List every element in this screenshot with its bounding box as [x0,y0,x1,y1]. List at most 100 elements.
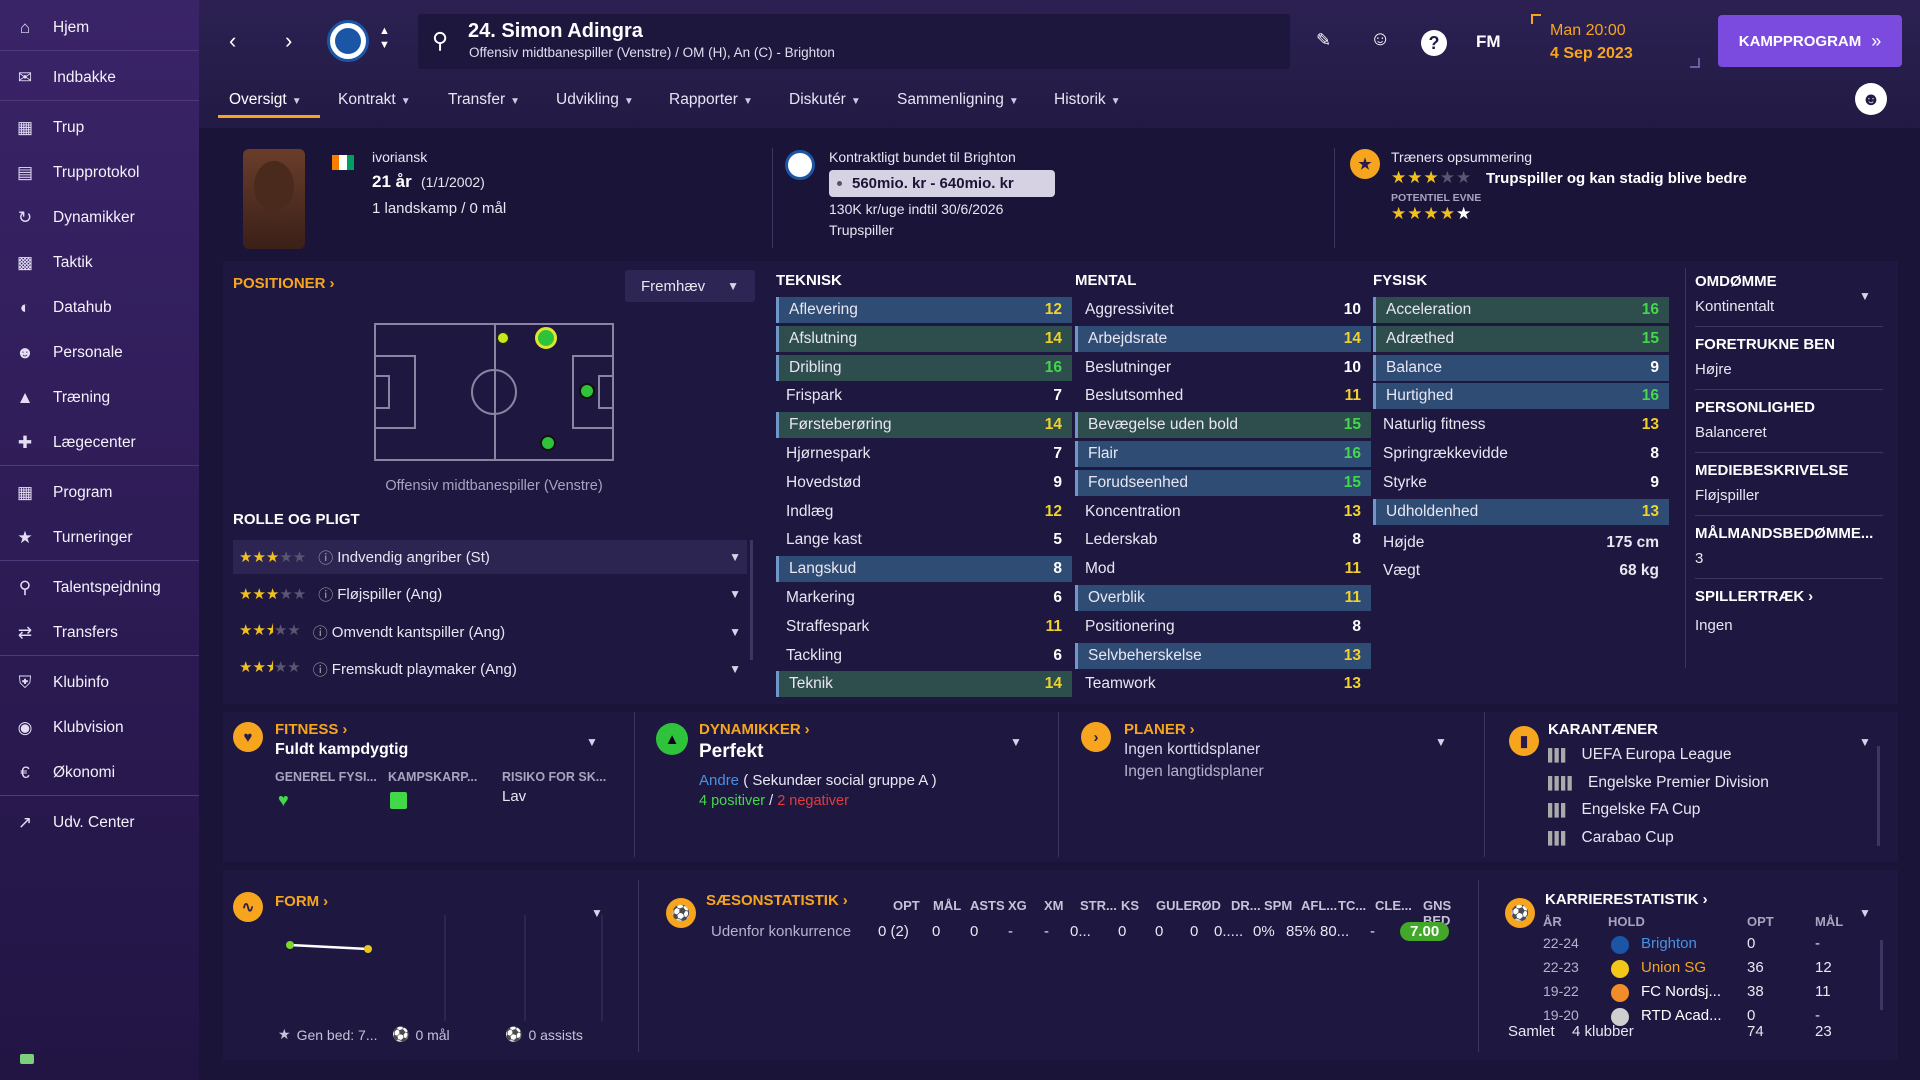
attribute-row[interactable]: Markering 6 [776,585,1072,611]
roles-scrollbar[interactable] [750,540,753,660]
attribute-row[interactable]: Overblik 11 [1075,585,1371,611]
globe-icon[interactable]: ☺ [1370,28,1390,51]
sidebar-item-okonomi[interactable]: € Økonomi [0,753,199,793]
attribute-row[interactable]: Positionering 8 [1075,614,1371,640]
attribute-row[interactable]: Førsteberøring 14 [776,412,1072,439]
sidebar-item-talentspejdning[interactable]: ⚲ Talentspejdning [0,568,199,608]
highlight-dropdown[interactable]: Fremhæv ▼ [625,270,755,302]
chevron-down-icon[interactable]: ▼ [729,550,741,564]
bans-scrollbar[interactable] [1877,746,1880,846]
fm-button[interactable]: FM [1476,32,1501,52]
attribute-row[interactable]: Springrækkevidde 8 [1373,441,1669,467]
attribute-row[interactable]: Mod 11 [1075,556,1371,582]
sidebar-item-transfers[interactable]: ⇄ Transfers [0,613,199,653]
role-row[interactable]: ★★★★★ ⓘ Indvendig angriber (St) ▼ [233,540,747,574]
form-title[interactable]: FORM › [275,893,328,910]
attribute-row[interactable]: Forudseenhed 15 [1075,469,1371,496]
edit-icon[interactable]: ✎ [1316,30,1331,51]
sidebar-item-klubvision[interactable]: ◉ Klubvision [0,708,199,748]
tab-sammenligning[interactable]: Sammenligning ▼ [897,91,1019,109]
attribute-row[interactable]: Beslutsomhed 11 [1075,383,1371,409]
tab-diskuter[interactable]: Diskutér ▼ [789,91,861,109]
attribute-row[interactable]: Arbejdsrate 14 [1075,325,1371,352]
career-scrollbar[interactable] [1880,940,1883,1010]
tab-udvikling[interactable]: Udvikling ▼ [556,91,634,109]
attribute-row[interactable]: Teknik 14 [776,671,1072,698]
back-button[interactable]: ‹ [229,28,236,54]
sidebar-item-program[interactable]: ▦ Program [0,473,199,513]
sidebar-item-dynamikker[interactable]: ↻ Dynamikker [0,198,199,238]
attribute-row[interactable]: Adræthed 15 [1373,325,1669,352]
attribute-row[interactable]: Frispark 7 [776,383,1072,409]
attribute-row[interactable]: Styrke 9 [1373,470,1669,496]
attribute-row[interactable]: Hovedstød 9 [776,470,1072,496]
value-badge[interactable]: 560mio. kr - 640mio. kr [829,170,1055,197]
attribute-row[interactable]: Dribling 16 [776,354,1072,381]
attribute-row[interactable]: Naturlig fitness 13 [1373,412,1669,438]
sidebar-item-indbakke[interactable]: ✉ Indbakke [0,58,199,98]
sidebar-item-hjem[interactable]: ⌂ Hjem [0,8,199,48]
chevron-down-icon[interactable]: ▼ [586,733,598,750]
role-row[interactable]: ★★⯨★★ ⓘ Fremskudt playmaker (Ang) ▼ [233,652,747,686]
sidebar-item-laegecenter[interactable]: ✚ Lægecenter [0,423,199,463]
plans-title[interactable]: PLANER › [1124,721,1195,738]
attribute-row[interactable]: Aflevering 12 [776,297,1072,323]
attribute-row[interactable]: Langskud 8 [776,556,1072,583]
sidebar-item-udv-center[interactable]: ↗ Udv. Center [0,803,199,843]
attribute-row[interactable]: Flair 16 [1075,441,1371,467]
career-stats-title[interactable]: KARRIERESTATISTIK › [1545,891,1708,908]
role-row[interactable]: ★★★★★ ⓘ Fløjspiller (Ang) ▼ [233,577,747,611]
profile-icon[interactable]: ☻ [1855,83,1887,115]
attribute-row[interactable]: Hurtighed 16 [1373,383,1669,410]
dynamics-title[interactable]: DYNAMIKKER › [699,721,810,738]
attribute-row[interactable]: Acceleration 16 [1373,297,1669,323]
chevron-down-icon[interactable]: ▼ [729,587,741,601]
continue-button[interactable]: KAMPPROGRAM » [1718,15,1902,67]
chevron-down-icon[interactable]: ▼ [729,625,741,639]
traits-title[interactable]: SPILLERTRÆK › [1695,588,1813,605]
attribute-row[interactable]: Lange kast 5 [776,527,1072,553]
sidebar-item-datahub[interactable]: ◐ Datahub [0,288,199,328]
attribute-row[interactable]: Hjørnespark 7 [776,441,1072,467]
player-switch-icon[interactable]: ▲ ▼ [379,24,390,52]
chevron-down-icon[interactable]: ▼ [1859,904,1871,921]
tab-historik[interactable]: Historik ▼ [1054,91,1121,109]
attribute-row[interactable]: Teamwork 13 [1075,671,1371,697]
attribute-row[interactable]: Afslutning 14 [776,325,1072,352]
social-group-link[interactable]: Andre [699,772,739,789]
attribute-row[interactable]: Beslutninger 10 [1075,355,1371,381]
chevron-down-icon[interactable]: ▼ [1859,287,1871,304]
fitness-title[interactable]: FITNESS › [275,721,347,738]
attribute-row[interactable]: Bevægelse uden bold 15 [1075,412,1371,439]
attribute-row[interactable]: Lederskab 8 [1075,527,1371,553]
tab-rapporter[interactable]: Rapporter ▼ [669,91,753,109]
chevron-down-icon[interactable]: ▼ [1010,733,1022,750]
chevron-down-icon[interactable]: ▼ [729,662,741,676]
tab-oversigt[interactable]: Oversigt ▼ [229,91,302,109]
chevron-down-icon[interactable]: ▼ [1859,733,1871,750]
attribute-row[interactable]: Koncentration 13 [1075,499,1371,525]
attribute-row[interactable]: Udholdenhed 13 [1373,498,1669,525]
chevron-down-icon[interactable]: ▼ [1435,733,1447,750]
sidebar-item-taktik[interactable]: ▩ Taktik [0,243,199,283]
tab-transfer[interactable]: Transfer ▼ [448,91,520,109]
attribute-row[interactable]: Selvbeherskelse 13 [1075,642,1371,669]
role-row[interactable]: ★★⯨★★ ⓘ Omvendt kantspiller (Ang) ▼ [233,615,747,649]
attribute-row[interactable]: Indlæg 12 [776,499,1072,525]
sidebar-item-klubinfo[interactable]: ⛨ Klubinfo [0,663,199,703]
attribute-row[interactable]: Aggressivitet 10 [1075,297,1371,323]
sidebar-item-traening[interactable]: ▲ Træning [0,378,199,418]
help-icon[interactable]: ? [1421,30,1447,56]
season-stats-title[interactable]: SÆSONSTATISTIK › [706,892,848,909]
club-badge-icon[interactable] [327,20,369,62]
sidebar-item-personale[interactable]: ☻ Personale [0,333,199,373]
positions-title[interactable]: POSITIONER › [233,275,335,292]
sidebar-item-turneringer[interactable]: ★ Turneringer [0,518,199,558]
attribute-row[interactable]: Tackling 6 [776,643,1072,669]
attribute-row[interactable]: Straffespark 11 [776,614,1072,640]
forward-button[interactable]: › [285,28,292,54]
attribute-row[interactable]: Balance 9 [1373,354,1669,381]
tab-kontrakt[interactable]: Kontrakt ▼ [338,91,411,109]
sidebar-item-trup[interactable]: ▦ Trup [0,108,199,148]
sidebar-item-trupprotokol[interactable]: ▤ Trupprotokol [0,153,199,193]
